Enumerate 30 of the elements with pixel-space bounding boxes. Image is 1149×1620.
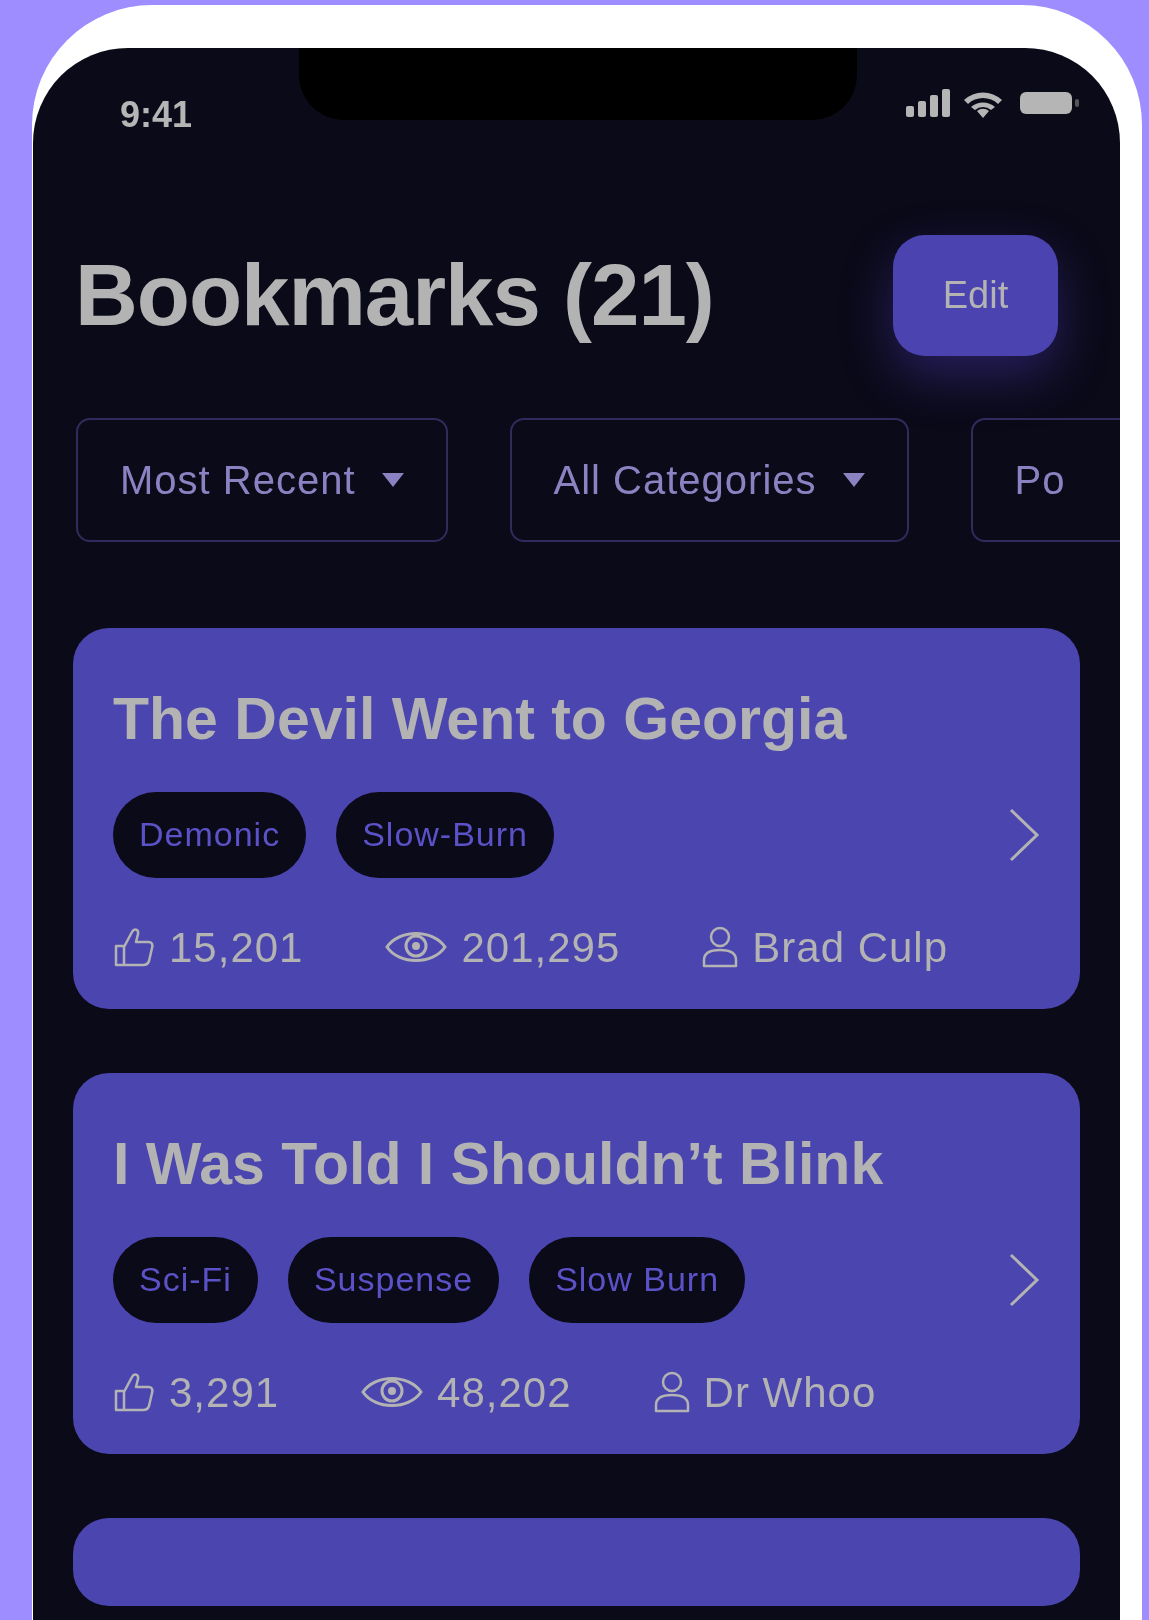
bookmark-card[interactable]: The Devil Went to Georgia Demonic Slow-Burn 15,201 201,295 Brad Culp [73, 628, 1080, 1009]
filter-dropdown[interactable]: All Categories [509, 418, 909, 542]
author-name: Dr Whoo [703, 1367, 877, 1418]
tag-pill: Demonic [113, 791, 307, 878]
person-icon [653, 1371, 690, 1414]
bookmark-title: The Devil Went to Georgia [113, 686, 848, 754]
thumbs-up-icon [113, 926, 155, 969]
tag-pill: Slow Burn [529, 1236, 746, 1323]
author-name: Brad Culp [752, 922, 949, 973]
status-time: 9:41 [120, 93, 193, 137]
battery-icon [1020, 90, 1080, 116]
filter-dropdown[interactable]: Most Recent [76, 418, 448, 542]
chevron-right-icon[interactable] [1008, 806, 1040, 863]
caret-icon [842, 473, 865, 487]
chevron-right-icon[interactable] [1008, 1251, 1040, 1308]
edit-button[interactable]: Edit [893, 235, 1058, 356]
like-count: 15,201 [169, 922, 304, 973]
bookmark-title: I Was Told I Shouldn’t Blink [113, 1130, 885, 1199]
view-count: 201,295 [461, 922, 621, 973]
filter-dropdown[interactable]: Po [970, 418, 1120, 542]
tag-pill: Slow-Burn [336, 791, 554, 878]
person-icon [702, 926, 739, 969]
page-title: Bookmarks (21) [75, 245, 714, 346]
tag-pill: Sci-Fi [113, 1236, 258, 1323]
caret-icon [381, 473, 404, 487]
view-count: 48,202 [437, 1367, 572, 1418]
tag-pill: Suspense [287, 1236, 500, 1323]
thumbs-up-icon [113, 1371, 155, 1414]
bookmark-card[interactable]: I Was Told I Shouldn’t Blink Sci-Fi Suspense Slow Burn 3,291 48,202 Dr Whoo [73, 1072, 1080, 1454]
like-count: 3,291 [169, 1367, 280, 1418]
